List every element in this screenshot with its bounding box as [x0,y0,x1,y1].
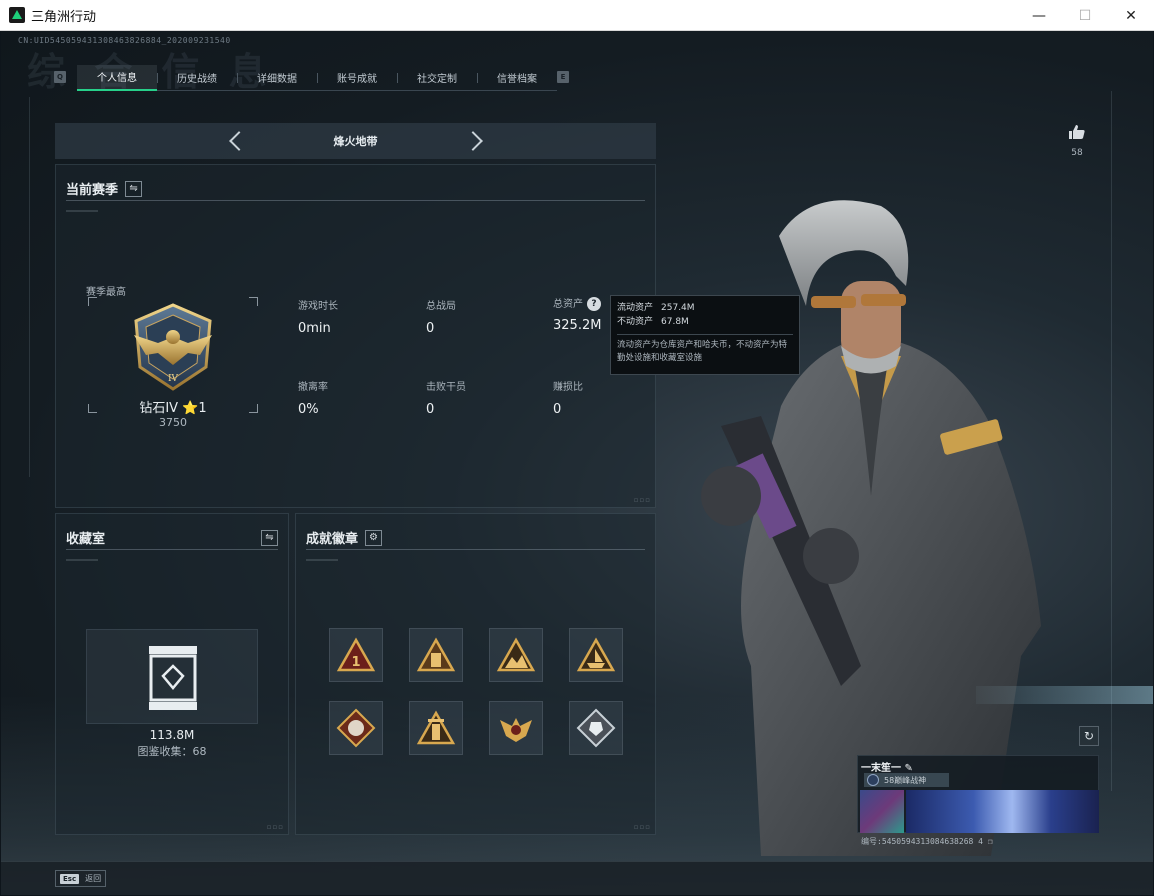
next-tab-key-hint[interactable]: E [557,71,569,83]
stat-play-time: 游戏时长 0min [298,301,338,336]
thumbs-up-icon[interactable] [1068,124,1086,140]
tab-achievements[interactable]: 账号成就 [317,65,397,91]
mode-prev-arrow-icon[interactable] [228,131,249,151]
corner-decoration: ▫▫▫ [633,823,651,831]
divider [66,559,98,561]
tab-match-history[interactable]: 历史战绩 [157,65,237,91]
rank-1-badge-icon[interactable]: 1 [329,628,383,682]
season-highest-label: 赛季最高 [86,287,126,298]
collection-title: 收藏室 [66,532,106,547]
panel-header: 当前赛季 ⇋ [66,177,645,201]
close-button[interactable]: ✕ [1108,0,1154,31]
player-avatar [860,790,904,833]
rank-name: 钻石IV ⭐1 [139,401,207,416]
badges-title: 成就徽章 [306,532,359,547]
switch-icon[interactable]: ⇋ [261,529,278,546]
stat-profit-loss-ratio: 赚损比 0 [553,382,583,417]
like-widget[interactable]: 58 [1061,124,1093,158]
switch-icon[interactable]: ⇋ [125,180,143,197]
main-tab-bar: 个人信息 历史战绩 详细数据 账号成就 社交定制 信誉档案 [77,64,557,91]
copy-icon[interactable]: ❐ [988,837,993,846]
like-count: 58 [1071,148,1083,158]
player-card[interactable]: 一末笙一 ✎ 58巅峰战神 [857,755,1099,833]
wolf-badge-icon[interactable] [329,701,383,755]
eagle-badge-icon[interactable] [489,701,543,755]
rank-frame: IV [88,297,258,413]
divider [306,559,338,561]
achievement-badges-panel: 成就徽章 ⚙ 1 ▫▫▫ [295,513,656,835]
tab-social-custom[interactable]: 社交定制 [397,65,477,91]
rank-score: 3750 [159,416,187,429]
season-title: 当前赛季 [66,183,119,198]
ship-badge-icon[interactable] [569,628,623,682]
app-logo-icon [9,7,25,23]
collection-display [86,629,258,724]
svg-text:1: 1 [351,655,360,670]
gear-icon[interactable]: ⚙ [365,529,383,546]
bottom-bar: Esc 返回 [1,861,1153,895]
back-button[interactable]: Esc 返回 [55,870,107,887]
game-viewport: 综 合 信 息 CN:UID545059431308463826884_2020… [1,31,1153,895]
light-strip [976,686,1153,704]
minimize-button[interactable]: — [1016,0,1062,31]
back-label: 返回 [85,874,102,883]
refresh-icon[interactable]: ↻ [1079,726,1099,746]
collection-room-panel[interactable]: 收藏室 ⇋ 113.8M 图鉴收集：68 ▫▫▫ [55,513,289,835]
help-icon[interactable]: ? [587,297,601,311]
tab-credit-record[interactable]: 信誉档案 [477,65,557,91]
landscape-badge-icon[interactable] [489,628,543,682]
collection-value: 113.8M [149,728,195,742]
title-badge-icon [867,774,879,786]
stat-operators-killed: 击败干员 0 [426,382,466,417]
tab-personal-info[interactable]: 个人信息 [77,64,157,91]
panel-header: 收藏室 ⇋ [66,526,278,550]
window-title: 三角洲行动 [31,9,97,25]
collection-count: 图鉴收集：68 [137,745,207,758]
corner-decoration: ▫▫▫ [633,496,651,504]
current-season-panel: 当前赛季 ⇋ 赛季最高 IV 钻石IV ⭐1 3750 游戏时长 0min 总战… [55,164,656,508]
mode-label: 烽火地带 [333,135,378,148]
user-uid: CN:UID545059431308463826884_202009231540 [18,36,231,45]
mode-selector: 烽火地带 [55,123,656,159]
svg-text:IV: IV [168,374,179,384]
mode-next-arrow-icon[interactable] [462,131,483,151]
corner-decoration: ▫▫▫ [266,823,284,831]
title-badge: 58巅峰战神 [864,773,949,787]
diamond-rank-emblem-icon: IV [134,303,212,391]
crystal-badge-icon[interactable] [569,701,623,755]
player-id: 编号:5450594313084638268 4 ❐ [861,837,993,846]
tab-detailed-data[interactable]: 详细数据 [237,65,317,91]
player-nickname: 一末笙一 ✎ [861,763,913,774]
divider [66,210,98,212]
tower-badge-icon[interactable] [409,701,463,755]
pillar-badge-icon[interactable] [409,628,463,682]
maximize-button[interactable]: ☐ [1062,0,1108,31]
window-titlebar: 三角洲行动 — ☐ ✕ [0,0,1154,31]
hud-line [29,97,30,477]
display-case-icon [149,646,197,710]
panel-header: 成就徽章 ⚙ [306,526,645,550]
player-banner [906,790,1099,833]
stat-total-matches: 总战局 0 [426,301,456,336]
stat-total-assets: 总资产? 325.2M [553,297,602,333]
esc-key-cap: Esc [60,873,80,884]
prev-tab-key-hint[interactable]: Q [54,71,66,83]
stat-extraction-rate: 撤离率 0% [298,382,328,417]
